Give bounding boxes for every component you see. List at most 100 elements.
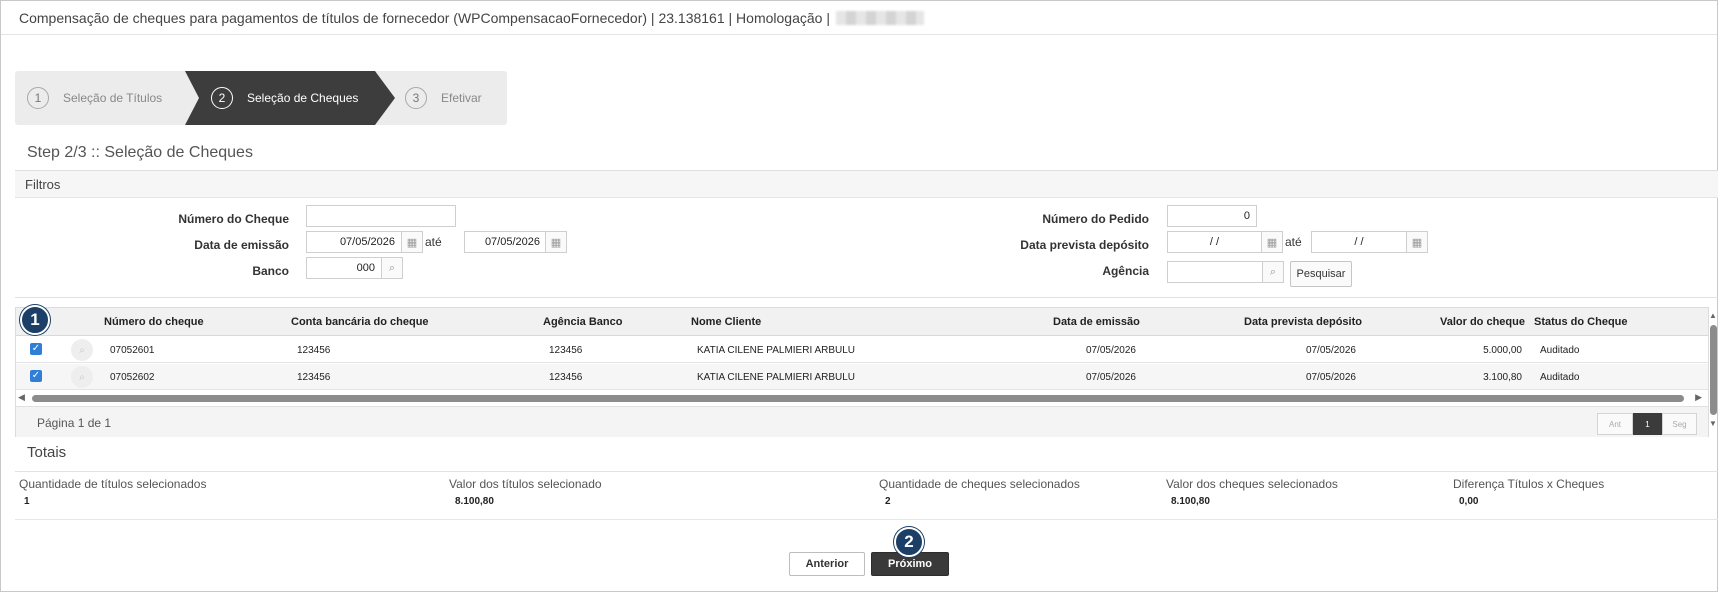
data-emissao-label: Data de emissão <box>194 238 289 252</box>
data-emissao-ate-label: até <box>425 235 442 249</box>
total-valor-cheques-value: 8.100,80 <box>1171 496 1210 507</box>
total-qtd-cheques-label: Quantidade de cheques selecionados <box>879 477 1080 491</box>
cell-cliente: KATIA CILENE PALMIERI ARBULU <box>697 372 856 383</box>
calendar-icon[interactable]: ▦ <box>1406 231 1428 253</box>
step-label: Seleção de Cheques <box>247 91 359 105</box>
cell-valor: 5.000,00 <box>1483 345 1522 356</box>
step-title: Step 2/3 :: Seleção de Cheques <box>27 144 253 161</box>
vertical-scrollbar[interactable]: ▲ ▼ <box>1708 311 1718 429</box>
col-data-emissao[interactable]: Data de emissão <box>1053 316 1140 328</box>
checkbox-checked-icon[interactable]: ✓ <box>30 343 42 355</box>
data-prevista-label: Data prevista depósito <box>1020 238 1149 252</box>
totais-title: Totais <box>27 444 67 461</box>
search-icon[interactable]: ⌕ <box>1262 261 1284 283</box>
agencia-input[interactable] <box>1167 261 1263 283</box>
banco-input[interactable]: 000 <box>306 257 382 279</box>
pager-bar: Página 1 de 1 Ant 1 Seg <box>16 406 1708 437</box>
filters-title: Filtros <box>25 177 61 192</box>
pager-next-button[interactable]: Seg <box>1662 413 1697 435</box>
cell-cliente: KATIA CILENE PALMIERI ARBULU <box>697 345 856 356</box>
cell-numero: 07052601 <box>110 345 155 356</box>
data-emissao-ate-input[interactable]: 07/05/2026 <box>464 231 547 253</box>
total-qtd-cheques-value: 2 <box>885 496 891 507</box>
pager-text: Página 1 de 1 <box>37 416 112 430</box>
scroll-up-arrow-icon[interactable]: ▲ <box>1709 311 1717 320</box>
total-diferenca-value: 0,00 <box>1459 496 1479 507</box>
total-qtd-titulos-value: 1 <box>24 496 30 507</box>
pager-prev-button[interactable]: Ant <box>1597 413 1633 435</box>
col-nome-cliente[interactable]: Nome Cliente <box>691 316 761 328</box>
calendar-icon[interactable]: ▦ <box>545 231 567 253</box>
cell-emissao: 07/05/2026 <box>1085 372 1136 383</box>
step-number: 1 <box>27 87 49 109</box>
cell-valor: 3.100,80 <box>1483 372 1522 383</box>
callout-badge-2: 2 <box>894 527 924 557</box>
total-qtd-titulos-label: Quantidade de títulos selecionados <box>19 477 207 491</box>
total-valor-cheques-label: Valor dos cheques selecionados <box>1166 477 1338 491</box>
wizard-steps: 1 Seleção de Títulos 2 Seleção de Cheque… <box>15 71 507 125</box>
step-number: 3 <box>405 87 427 109</box>
col-agencia-banco[interactable]: Agência Banco <box>543 316 622 328</box>
col-status-cheque[interactable]: Status do Cheque <box>1534 316 1628 328</box>
cell-emissao: 07/05/2026 <box>1085 345 1136 356</box>
cell-conta: 123456 <box>297 345 331 356</box>
table-row[interactable]: ✓ ⌕ 07052602 123456 123456 KATIA CILENE … <box>16 364 1708 390</box>
col-valor-cheque[interactable]: Valor do cheque <box>1440 316 1525 328</box>
scroll-right-arrow-icon[interactable]: ▶ <box>1695 392 1702 403</box>
pager-page-1[interactable]: 1 <box>1633 413 1662 435</box>
cell-status: Auditado <box>1540 372 1580 383</box>
scrollbar-thumb[interactable] <box>1710 325 1717 415</box>
search-icon[interactable]: ⌕ <box>71 339 93 361</box>
banco-label: Banco <box>252 264 289 278</box>
cell-numero: 07052602 <box>110 372 155 383</box>
pesquisar-button[interactable]: Pesquisar <box>1290 261 1352 287</box>
data-prevista-de-input[interactable]: / / <box>1167 231 1262 253</box>
numero-pedido-label: Número do Pedido <box>1042 212 1149 226</box>
scroll-left-arrow-icon[interactable]: ◀ <box>18 392 25 403</box>
wizard-step-selecao-cheques[interactable]: 2 Seleção de Cheques <box>211 71 358 125</box>
data-emissao-de-input[interactable]: 07/05/2026 <box>306 231 402 253</box>
table-row[interactable]: ✓ ⌕ 07052601 123456 123456 KATIA CILENE … <box>16 337 1708 363</box>
cell-prevista: 07/05/2026 <box>1305 372 1356 383</box>
total-diferenca-label: Diferença Títulos x Cheques <box>1453 477 1605 491</box>
anterior-button[interactable]: Anterior <box>789 552 865 576</box>
callout-badge-1: 1 <box>20 305 50 335</box>
total-valor-titulos-label: Valor dos títulos selecionado <box>449 477 602 491</box>
cell-conta: 123456 <box>297 372 331 383</box>
numero-pedido-input[interactable]: 0 <box>1167 205 1257 227</box>
col-numero-cheque[interactable]: Número do cheque <box>104 316 204 328</box>
search-icon[interactable]: ⌕ <box>71 366 93 388</box>
scrollbar-thumb[interactable] <box>32 395 1684 402</box>
window-title: Compensação de cheques para pagamentos d… <box>19 10 830 26</box>
calendar-icon[interactable]: ▦ <box>401 231 423 253</box>
numero-cheque-label: Número do Cheque <box>178 212 289 226</box>
numero-cheque-input[interactable] <box>306 205 456 227</box>
checkbox-checked-icon[interactable]: ✓ <box>30 370 42 382</box>
horizontal-scrollbar[interactable]: ◀ ▶ <box>16 392 1708 404</box>
cell-status: Auditado <box>1540 345 1580 356</box>
grid-header: Número do cheque Conta bancária do chequ… <box>16 308 1708 336</box>
wizard-step-selecao-titulos[interactable]: 1 Seleção de Títulos <box>27 71 162 125</box>
search-icon[interactable]: ⌕ <box>381 257 403 279</box>
step-label: Efetivar <box>441 91 482 105</box>
app-window: Compensação de cheques para pagamentos d… <box>0 0 1718 592</box>
window-titlebar: Compensação de cheques para pagamentos d… <box>1 1 1717 35</box>
scroll-down-arrow-icon[interactable]: ▼ <box>1709 419 1717 428</box>
cell-prevista: 07/05/2026 <box>1305 345 1356 356</box>
divider <box>15 519 1718 520</box>
calendar-icon[interactable]: ▦ <box>1261 231 1283 253</box>
cell-agencia: 123456 <box>549 345 583 356</box>
cell-agencia: 123456 <box>549 372 583 383</box>
col-conta-bancaria[interactable]: Conta bancária do cheque <box>291 316 429 328</box>
step-label: Seleção de Títulos <box>63 91 163 105</box>
window-title-container: Compensação de cheques para pagamentos d… <box>19 10 924 26</box>
step-number: 2 <box>211 87 233 109</box>
redacted-environment <box>835 11 924 25</box>
data-prevista-ate-input[interactable]: / / <box>1311 231 1407 253</box>
data-prevista-ate-label: até <box>1285 235 1302 249</box>
cheques-grid: Número do cheque Conta bancária do chequ… <box>15 307 1709 437</box>
wizard-step-efetivar[interactable]: 3 Efetivar <box>405 71 482 125</box>
divider <box>15 471 1718 472</box>
agencia-label: Agência <box>1102 264 1149 278</box>
col-data-prevista[interactable]: Data prevista depósito <box>1244 316 1362 328</box>
